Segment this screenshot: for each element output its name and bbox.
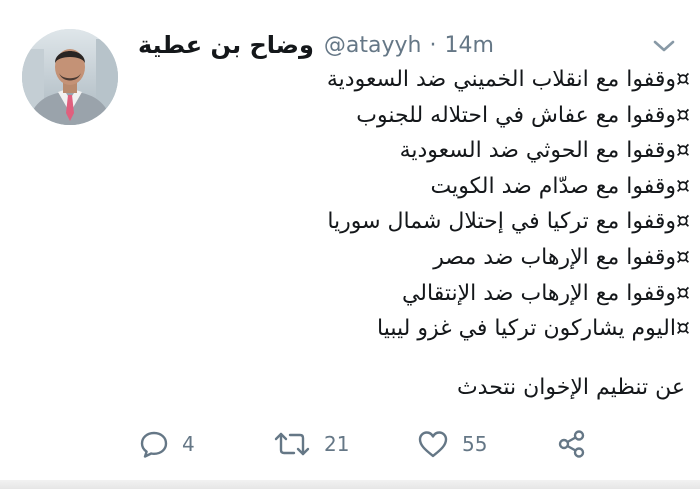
reply-icon [140,431,168,458]
like-count: 55 [462,432,488,456]
like-button[interactable]: 55 [416,422,487,466]
tweet-closing-line: عن تنظيم الإخوان نتحدث [456,375,685,400]
tweet-line: ¤وقفوا مع صدّام ضد الكويت [430,173,690,199]
tweet-header: وضاح بن عطية @atayyh · 14m [138,27,494,63]
chevron-down-icon[interactable] [650,36,678,56]
retweet-count: 21 [324,432,350,456]
retweet-button[interactable]: 21 [272,422,349,466]
tweet-line: ¤وقفوا مع الحوثي ضد السعودية [399,138,690,164]
author-display-name[interactable]: وضاح بن عطية [138,31,314,59]
tweet-line: ¤وقفوا مع الإرهاب ضد الإنتقالي [401,280,690,306]
tweet-text: ¤وقفوا مع انقلاب الخميني ضد السعودية ¤وق… [300,62,690,347]
share-button[interactable] [556,422,588,466]
heart-icon [418,431,448,458]
retweet-icon [274,432,310,456]
tweet-line: ¤وقفوا مع عفاش في احتلاله للجنوب [356,102,690,128]
reply-button[interactable]: 4 [138,422,195,466]
divider [0,480,700,489]
tweet-line: ¤وقفوا مع الإرهاب ضد مصر [433,244,690,270]
avatar-image [22,29,118,125]
tweet-line: ¤وقفوا مع تركيا في إحتلال شمال سوريا [327,209,690,235]
tweet-actions: 4 21 55 [0,422,700,466]
author-handle[interactable]: @atayyh [324,33,422,58]
tweet-line: ¤اليوم يشاركون تركيا في غزو ليبيا [377,316,690,342]
header-separator: · [429,32,437,58]
reply-count: 4 [182,432,195,456]
share-icon [558,430,585,458]
avatar[interactable] [22,29,118,125]
tweet-line: ¤وقفوا مع انقلاب الخميني ضد السعودية [326,67,690,92]
tweet-timestamp[interactable]: 14m [444,33,493,58]
tweet: وضاح بن عطية @atayyh · 14m ¤وقفوا مع انق… [0,0,700,489]
